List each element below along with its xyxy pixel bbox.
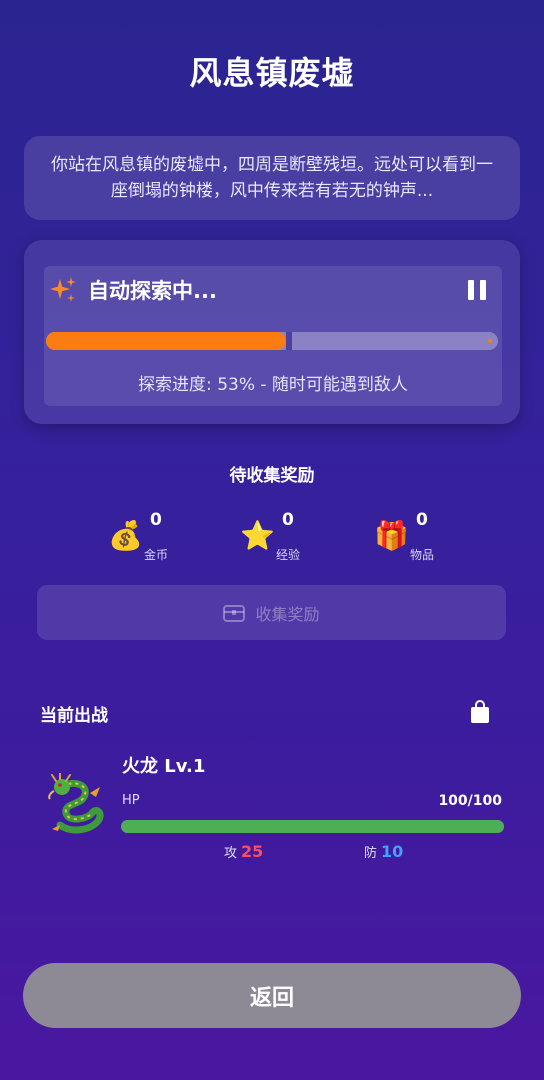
pause-icon[interactable] (468, 280, 486, 300)
attack-value: 25 (241, 842, 264, 861)
exploration-panel: 自动探索中... 探索进度: 53% - 随时可能遇到敌人 (24, 240, 520, 424)
bag-icon[interactable] (470, 700, 490, 724)
chest-icon (223, 604, 246, 622)
pet-name: 火龙 Lv.1 (122, 756, 206, 777)
exploration-status: 探索进度: 53% - 随时可能遇到敌人 (138, 375, 408, 395)
reward-gold-label: 金币 (144, 548, 169, 562)
hp-bar (121, 820, 504, 833)
reward-gold-count: 0 (150, 510, 162, 530)
reward-items: 🎁 0 物品 (374, 506, 484, 566)
defense-label: 防 (364, 846, 378, 861)
active-pet-title: 当前出战 (40, 706, 108, 726)
hp-bar-fill (121, 820, 504, 833)
page-title: 风息镇废墟 (189, 54, 355, 92)
defense-stat: 防 10 (364, 842, 403, 861)
collect-rewards-button[interactable]: 收集奖励 (37, 585, 506, 640)
sparkle-icon (50, 277, 76, 302)
reward-items-count: 0 (416, 510, 428, 530)
reward-gold: 💰 0 金币 (108, 506, 218, 566)
progress-fill (46, 332, 286, 350)
progress-end-marker (488, 339, 492, 343)
hp-value: 100/100 (438, 793, 502, 809)
hp-label: HP (122, 793, 140, 808)
exploration-progress-bar (46, 332, 498, 350)
attack-stat: 攻 25 (224, 842, 263, 861)
location-description: 你站在风息镇的废墟中，四周是断壁残垣。远处可以看到一座倒塌的钟楼，风中传来若有若… (24, 136, 520, 220)
exploration-title: 自动探索中... (88, 279, 217, 303)
gift-icon: 🎁 (374, 519, 409, 552)
reward-items-label: 物品 (410, 548, 435, 562)
rewards-title: 待收集奖励 (229, 466, 315, 486)
progress-separator (286, 332, 292, 350)
reward-exp-count: 0 (282, 510, 294, 530)
exploration-inner: 自动探索中... 探索进度: 53% - 随时可能遇到敌人 (44, 266, 502, 406)
dragon-avatar-icon (48, 773, 104, 834)
collect-rewards-label: 收集奖励 (255, 604, 320, 624)
star-icon: ⭐ (240, 519, 275, 552)
exploration-header: 自动探索中... (48, 272, 217, 308)
back-button[interactable]: 返回 (23, 963, 521, 1028)
attack-label: 攻 (224, 846, 238, 861)
reward-exp: ⭐ 0 经验 (240, 506, 350, 566)
defense-value: 10 (381, 842, 404, 861)
reward-exp-label: 经验 (276, 548, 301, 562)
money-bag-icon: 💰 (108, 519, 143, 552)
